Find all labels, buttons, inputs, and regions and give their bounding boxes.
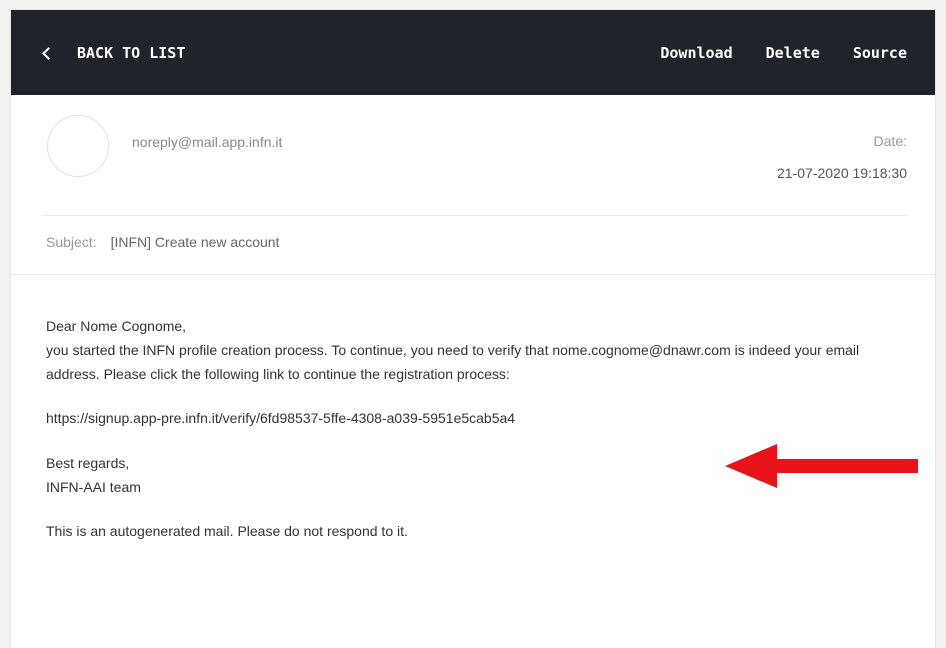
body-paragraph: you started the INFN profile creation pr… [46,342,860,382]
email-viewer: BACK TO LIST Download Delete Source nore… [10,9,936,648]
avatar [47,115,109,177]
subject-divider [11,274,935,275]
sender-address: noreply@mail.app.infn.it [132,134,283,150]
delete-button[interactable]: Delete [766,44,820,62]
toolbar: BACK TO LIST Download Delete Source [11,10,935,95]
greeting: Dear Nome Cognome, [46,318,187,334]
header-divider [41,215,907,216]
download-button[interactable]: Download [660,44,732,62]
subject-label: Subject: [46,234,97,250]
email-body: Dear Nome Cognome, you started the INFN … [46,314,906,543]
subject-row: Subject: [INFN] Create new account [46,234,279,250]
source-button[interactable]: Source [853,44,907,62]
verification-link[interactable]: https://signup.app-pre.infn.it/verify/6f… [46,410,515,426]
subject-text: [INFN] Create new account [110,234,280,250]
autogenerated-note: This is an autogenerated mail. Please do… [46,523,408,539]
red-arrow-icon [719,440,921,492]
chevron-left-icon [42,47,55,60]
back-to-list-button[interactable]: BACK TO LIST [42,44,186,62]
back-to-list-label: BACK TO LIST [77,44,186,62]
date-value: 21-07-2020 19:18:30 [777,165,907,181]
date-label: Date: [873,133,907,149]
verification-link-line: https://signup.app-pre.infn.it/verify/6f… [46,406,515,430]
toolbar-actions: Download Delete Source [660,44,907,62]
email-header: noreply@mail.app.infn.it Date: 21-07-202… [11,95,935,217]
